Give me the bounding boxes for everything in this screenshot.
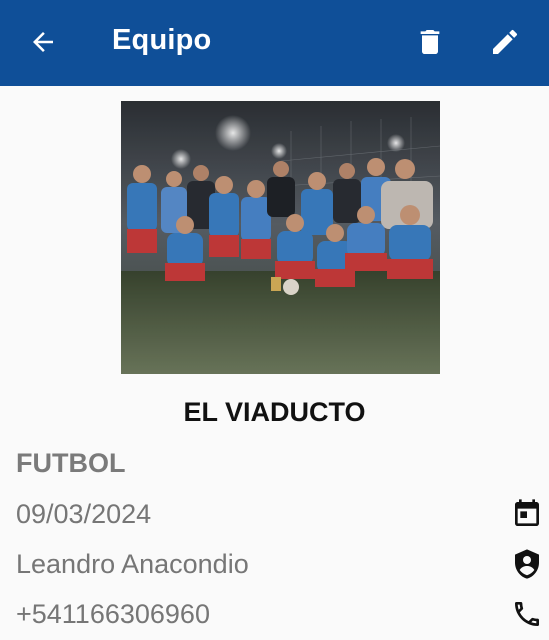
sport-value: FUTBOL xyxy=(16,447,126,478)
sport-row: FUTBOL xyxy=(16,441,549,485)
back-button[interactable] xyxy=(19,18,67,66)
phone-value[interactable]: +541166306960 xyxy=(16,599,210,630)
team-photo xyxy=(121,101,440,374)
page-title: Equipo xyxy=(112,24,212,56)
delete-button[interactable] xyxy=(406,18,454,66)
pencil-icon xyxy=(493,29,518,54)
trash-icon xyxy=(420,30,440,54)
calendar-icon xyxy=(511,498,543,530)
date-value: 09/03/2024 xyxy=(16,498,152,529)
captain-value: Leandro Anacondio xyxy=(16,548,249,579)
arrow-left-icon xyxy=(33,32,53,52)
phone-row[interactable]: +541166306960 xyxy=(16,592,549,636)
shield-person-icon xyxy=(511,548,543,580)
captain-row: Leandro Anacondio xyxy=(16,542,549,586)
team-name: EL VIADUCTO xyxy=(183,397,366,427)
edit-button[interactable] xyxy=(481,18,529,66)
app-bar: Equipo xyxy=(0,0,549,86)
date-row: 09/03/2024 xyxy=(16,492,549,536)
team-photo-image xyxy=(121,101,440,374)
phone-icon[interactable] xyxy=(511,598,543,630)
